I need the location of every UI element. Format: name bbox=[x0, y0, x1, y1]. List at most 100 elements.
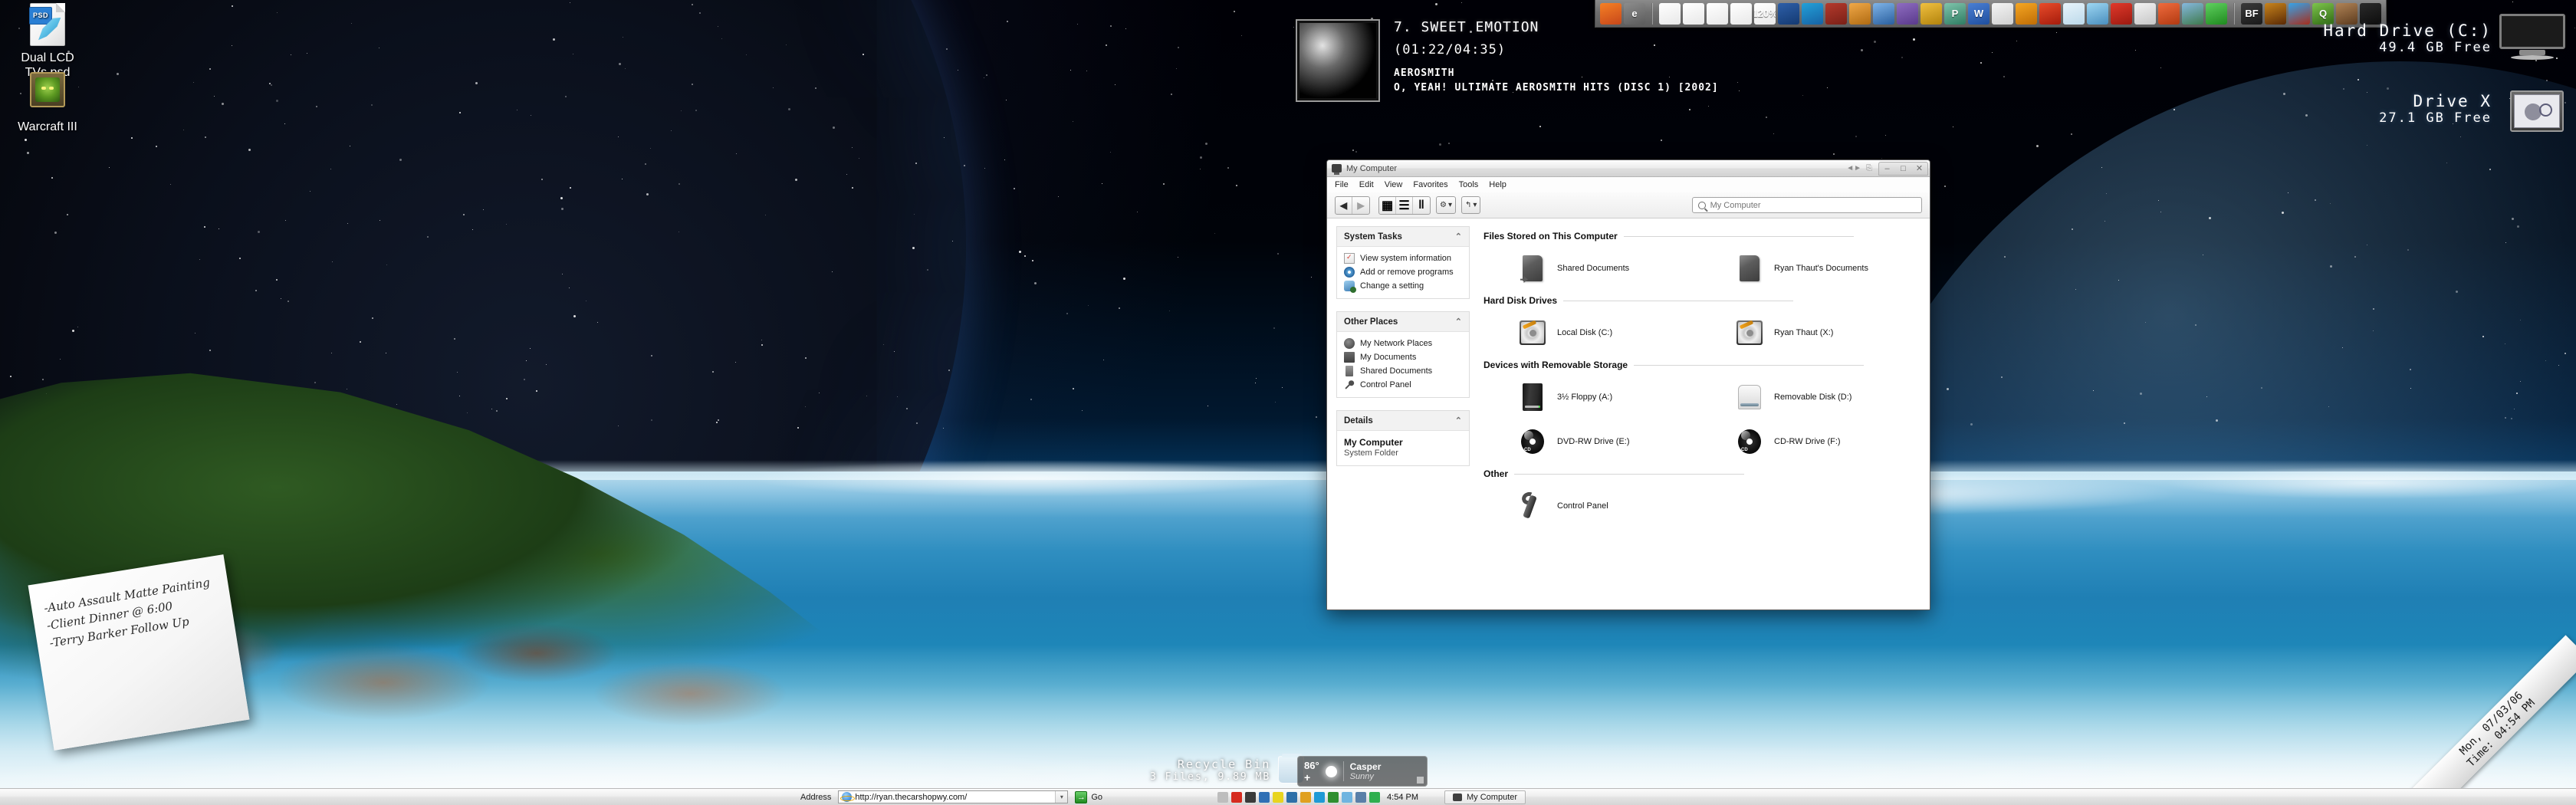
collapse-icon[interactable]: ⌃ bbox=[1455, 416, 1462, 426]
nero-tray-icon[interactable] bbox=[1300, 791, 1312, 803]
content-item[interactable]: Removable Disk (D:) bbox=[1700, 375, 1917, 419]
firewall-tray-icon[interactable] bbox=[1314, 791, 1326, 803]
ati-catalyst-tray-icon[interactable] bbox=[1231, 791, 1243, 803]
dock-icon-ms-outlook-icon[interactable] bbox=[1921, 2, 1942, 25]
menu-item-file[interactable]: File bbox=[1335, 180, 1349, 189]
view-list-button[interactable]: ☰ bbox=[1396, 196, 1413, 214]
recycle-bin-widget[interactable]: Recycle Bin 3 Files, 9.89 MB bbox=[1150, 754, 1305, 784]
sidebar-item-change-a-setting[interactable]: Change a setting bbox=[1344, 279, 1466, 293]
titlebar-extra-icons[interactable]: ◄► ⎘ bbox=[1840, 164, 1878, 172]
window-titlebar[interactable]: My Computer ◄► ⎘ – □ ✕ bbox=[1327, 160, 1930, 177]
panel-header[interactable]: Other Places ⌃ bbox=[1337, 312, 1469, 332]
weather-expand[interactable]: + bbox=[1304, 771, 1319, 784]
sticky-note[interactable]: -Auto Assault Matte Painting -Client Din… bbox=[28, 554, 250, 751]
maximize-button[interactable]: □ bbox=[1895, 164, 1911, 173]
dock-icon-3dsmax-icon[interactable] bbox=[1778, 2, 1799, 25]
forward-button[interactable]: ▶ bbox=[1352, 197, 1369, 214]
content-item[interactable]: Control Panel bbox=[1484, 484, 1700, 528]
content-item[interactable]: 3½ Floppy (A:) bbox=[1484, 375, 1700, 419]
back-button[interactable]: ◀ bbox=[1336, 196, 1352, 214]
content-item[interactable]: Local Disk (C:) bbox=[1484, 310, 1700, 355]
dock-icon-doom3-eye-icon[interactable] bbox=[2265, 2, 2286, 25]
chevron-down-icon[interactable]: ▾ bbox=[1055, 791, 1068, 803]
dock-icon-ms-publisher-icon[interactable]: P bbox=[1944, 2, 1966, 25]
content-item[interactable]: Shared Documents bbox=[1484, 246, 1700, 291]
panel-header[interactable]: Details ⌃ bbox=[1337, 411, 1469, 431]
window-menubar[interactable]: File Edit View Favorites Tools Help bbox=[1327, 177, 1930, 192]
content-item[interactable]: Ryan Thaut (X:) bbox=[1700, 310, 1917, 355]
taskbar-button-my-computer[interactable]: My Computer bbox=[1444, 790, 1526, 804]
steam-tray-icon[interactable] bbox=[1245, 791, 1257, 803]
taskbar-clock[interactable]: 4:54 PM bbox=[1387, 793, 1418, 802]
weather-resize-handle[interactable] bbox=[1417, 777, 1424, 784]
application-dock[interactable]: e120%PWBFQ bbox=[1595, 0, 2387, 28]
taskbar[interactable]: Address http://ryan.thecarshopwy.com/ ▾ … bbox=[0, 788, 2576, 805]
dock-icon-paint-swoosh-icon[interactable] bbox=[2158, 2, 2180, 25]
dock-icon-notepad-icon[interactable] bbox=[2063, 2, 2085, 25]
dock-icon-imageready-feather-icon[interactable] bbox=[1707, 2, 1728, 25]
dock-icon-red-book-icon[interactable] bbox=[2111, 2, 2132, 25]
settings-button[interactable]: ⚙ ▾ bbox=[1436, 196, 1456, 214]
weather-widget[interactable]: 86° + Casper Sunny bbox=[1297, 756, 1428, 787]
address-bar[interactable]: http://ryan.thecarshopwy.com/ ▾ bbox=[838, 790, 1069, 803]
dock-icon-ms-access-icon[interactable] bbox=[1897, 2, 1918, 25]
view-mode-buttons[interactable]: ▦ ☰ ‖ bbox=[1378, 196, 1431, 215]
content-item[interactable]: CD DVD-RW Drive (E:) bbox=[1484, 419, 1700, 464]
sidebar-item-add-or-remove-programs[interactable]: Add or remove programs bbox=[1344, 265, 1466, 279]
drive-widget-x[interactable]: Drive X 27.1 GB Free bbox=[2379, 92, 2492, 126]
menu-item-tools[interactable]: Tools bbox=[1459, 180, 1479, 189]
up-folder-button[interactable]: ↰ ▾ bbox=[1461, 196, 1481, 214]
dock-icon-internet-explorer-icon[interactable]: e bbox=[1624, 2, 1645, 25]
system-tray[interactable] bbox=[1217, 791, 1381, 803]
media-player-widget[interactable]: 7. SWEET EMOTION (01:22/04:35) AEROSMITH… bbox=[1296, 19, 1719, 102]
window-toolbar[interactable]: ◀ ▶ ▦ ☰ ‖ ⚙ ▾ ↰ ▾ bbox=[1327, 192, 1930, 219]
dock-icon-dvd-authoring-icon[interactable] bbox=[1802, 2, 1823, 25]
dock-icon-terrain-render-icon[interactable] bbox=[2182, 2, 2203, 25]
my-computer-window[interactable]: My Computer ◄► ⎘ – □ ✕ File Edit View Favor… bbox=[1326, 159, 1930, 610]
sidebar-item-shared-documents[interactable]: Shared Documents bbox=[1344, 364, 1466, 378]
window-controls[interactable]: – □ ✕ bbox=[1878, 161, 1928, 176]
network-tray-icon[interactable] bbox=[1286, 791, 1298, 803]
content-item[interactable]: CD CD-RW Drive (F:) bbox=[1700, 419, 1917, 464]
sidebar-item-my-documents[interactable]: My Documents bbox=[1344, 350, 1466, 364]
sidebar-item-view-system-information[interactable]: View system information bbox=[1344, 251, 1466, 265]
dock-icon-battlefield-icon[interactable]: BF bbox=[2241, 2, 2262, 25]
sidebar-item-control-panel[interactable]: Control Panel bbox=[1344, 378, 1466, 392]
dock-icon-ms-word-icon[interactable]: W bbox=[1968, 2, 1990, 25]
dock-icon-usb-drive-icon[interactable] bbox=[2087, 2, 2108, 25]
dock-icon-winrar-icon[interactable] bbox=[1825, 2, 1847, 25]
zone-alarm-tray-icon[interactable] bbox=[1369, 791, 1381, 803]
dock-icon-orange-wave-icon[interactable] bbox=[2016, 2, 2037, 25]
dock-icon-a-120-icon[interactable]: 120% bbox=[1754, 2, 1776, 25]
minimize-button[interactable]: – bbox=[1879, 164, 1895, 173]
menu-item-favorites[interactable]: Favorites bbox=[1413, 180, 1447, 189]
sidebar-item-my-network-places[interactable]: My Network Places bbox=[1344, 337, 1466, 350]
collapse-icon[interactable]: ⌃ bbox=[1455, 232, 1462, 242]
menu-item-view[interactable]: View bbox=[1385, 180, 1403, 189]
dock-icon-aftereffects-feather-icon[interactable] bbox=[1730, 2, 1752, 25]
dock-icon-cards-game-icon[interactable] bbox=[1992, 2, 2013, 25]
dock-icon-illustrator-flower-icon[interactable] bbox=[1683, 2, 1704, 25]
dock-icon-unreal-tournament-icon[interactable] bbox=[2288, 2, 2310, 25]
rollup-icon[interactable]: ⎘ bbox=[1866, 164, 1872, 172]
search-box[interactable] bbox=[1692, 197, 1922, 213]
dock-icon-photoshop-feather-icon[interactable] bbox=[1659, 2, 1681, 25]
view-icons-button[interactable]: ▦ bbox=[1379, 196, 1396, 214]
view-columns-button[interactable]: ‖ bbox=[1413, 197, 1430, 214]
collapse-icon[interactable]: ⌃ bbox=[1455, 317, 1462, 327]
dock-icon-play-button-icon[interactable] bbox=[1873, 2, 1894, 25]
navigation-buttons[interactable]: ◀ ▶ bbox=[1335, 196, 1370, 215]
content-item[interactable]: Ryan Thaut's Documents bbox=[1700, 246, 1917, 291]
dock-icon-amber-disc-icon[interactable] bbox=[1849, 2, 1871, 25]
dock-icon-firefox-icon[interactable] bbox=[1600, 2, 1622, 25]
panel-header[interactable]: System Tasks ⌃ bbox=[1337, 227, 1469, 247]
go-button[interactable]: → Go bbox=[1075, 790, 1102, 803]
drive-widget-c[interactable]: Hard Drive (C:) 49.4 GB Free bbox=[2323, 21, 2492, 55]
media-play-tray-icon[interactable] bbox=[1217, 791, 1229, 803]
network-connections-tray-icon[interactable] bbox=[1355, 791, 1367, 803]
address-bar-url[interactable]: http://ryan.thecarshopwy.com/ bbox=[855, 793, 1055, 802]
desktop-icon-warcraft-iii[interactable]: Warcraft III bbox=[2, 67, 94, 134]
keyboard-tray-icon[interactable] bbox=[1273, 791, 1284, 803]
search-input[interactable] bbox=[1710, 200, 1916, 210]
dock-icon-nero-flame-icon[interactable] bbox=[2039, 2, 2061, 25]
